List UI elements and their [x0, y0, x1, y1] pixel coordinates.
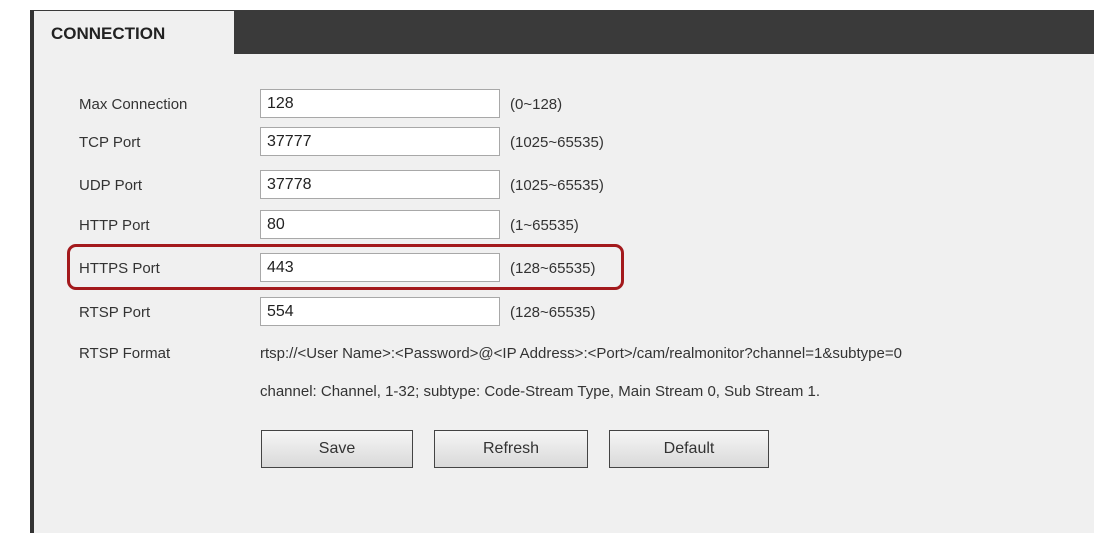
save-button[interactable]: Save: [261, 430, 413, 468]
tcp-port-row: TCP Port (1025~65535): [34, 127, 1094, 159]
max-connection-range: (0~128): [510, 96, 563, 113]
max-connection-row: Max Connection (0~128): [34, 89, 1094, 121]
rtsp-format-label: RTSP Format: [79, 345, 171, 362]
max-connection-label: Max Connection: [79, 96, 188, 113]
rtsp-format-note: channel: Channel, 1-32; subtype: Code-St…: [260, 383, 821, 400]
https-port-row: HTTPS Port (128~65535): [34, 253, 1094, 285]
tcp-port-label: TCP Port: [79, 134, 141, 151]
http-port-input[interactable]: [260, 210, 500, 239]
http-port-label: HTTP Port: [79, 217, 150, 234]
tab-connection-label: CONNECTION: [51, 24, 166, 43]
refresh-button[interactable]: Refresh: [434, 430, 588, 468]
http-port-range: (1~65535): [510, 217, 579, 234]
https-port-input[interactable]: [260, 253, 500, 282]
default-button[interactable]: Default: [609, 430, 769, 468]
http-port-row: HTTP Port (1~65535): [34, 210, 1094, 242]
udp-port-input[interactable]: [260, 170, 500, 199]
https-port-range: (128~65535): [510, 260, 596, 277]
tab-connection[interactable]: CONNECTION: [34, 10, 234, 54]
rtsp-port-input[interactable]: [260, 297, 500, 326]
rtsp-port-row: RTSP Port (128~65535): [34, 297, 1094, 329]
rtsp-port-label: RTSP Port: [79, 304, 151, 321]
tcp-port-range: (1025~65535): [510, 134, 604, 151]
rtsp-port-range: (128~65535): [510, 304, 596, 321]
https-port-label: HTTPS Port: [79, 260, 160, 277]
udp-port-label: UDP Port: [79, 177, 143, 194]
max-connection-input[interactable]: [260, 89, 500, 118]
udp-port-range: (1025~65535): [510, 177, 604, 194]
connection-panel: CONNECTION Max Connection (0~128) TCP Po…: [30, 10, 1094, 533]
tcp-port-input[interactable]: [260, 127, 500, 156]
udp-port-row: UDP Port (1025~65535): [34, 170, 1094, 202]
rtsp-format-value: rtsp://<User Name>:<Password>@<IP Addres…: [260, 345, 902, 362]
